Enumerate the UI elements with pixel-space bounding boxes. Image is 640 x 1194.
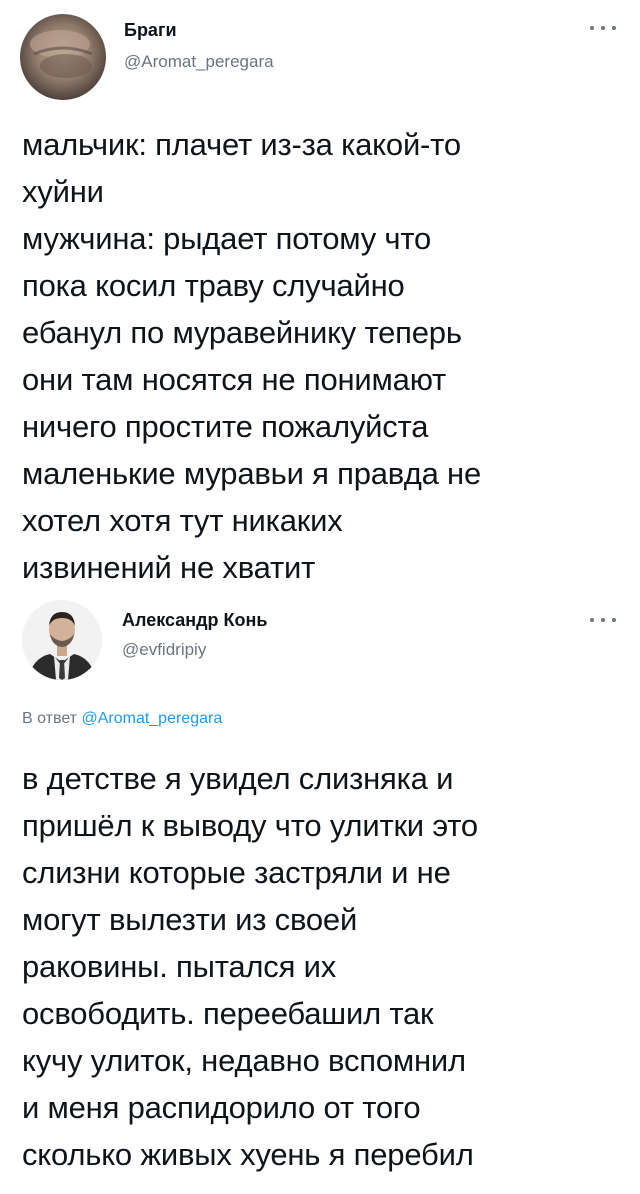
tweet-header: Александр Конь @evfidripiy [0, 590, 640, 690]
more-horizontal-icon[interactable] [590, 614, 616, 626]
author-name[interactable]: Александр Конь [122, 610, 267, 631]
tweet-original: Браги @Aromat_peregara мальчик: плачет и… [0, 0, 640, 590]
tweet-reply: Александр Конь @evfidripiy В ответ @Arom… [0, 590, 640, 1194]
tweet-text-line: и меня распидорило от того [22, 1090, 421, 1125]
tweet-text-line: раковины. пытался их [22, 949, 337, 984]
reply-handle-link[interactable]: @Aromat_peregara [81, 710, 222, 727]
reply-prefix: В ответ [22, 710, 78, 727]
tweet-text-line: пришёл к выводу что улитки это [22, 808, 478, 843]
tweet-text-line: могут вылезти из своей [22, 902, 358, 937]
author-handle[interactable]: @evfidripiy [122, 640, 206, 660]
tweet-text: в детстве я увидел слизняка и пришёл к в… [22, 755, 622, 1178]
tweet-text-line: пока косил траву случайно [22, 268, 405, 303]
avatar-image [22, 600, 102, 680]
avatar[interactable] [20, 14, 106, 100]
tweet-text-line: хотел хотя тут никаких [22, 503, 343, 538]
tweet-header: Браги @Aromat_peregara [0, 0, 640, 100]
tweet-text-line: маленькие муравьи я правда не [22, 456, 482, 491]
tweet-text-line: мальчик: плачет из-за какой-то [22, 127, 461, 162]
tweet-text-line: освободить. переебашил так [22, 996, 434, 1031]
tweet-text-line: ебанул по муравейнику теперь [22, 315, 462, 350]
avatar-image [20, 14, 106, 100]
reply-context: В ответ @Aromat_peregara [22, 710, 222, 728]
avatar[interactable] [22, 600, 102, 680]
author-name[interactable]: Браги [124, 20, 177, 41]
tweet-text-line: в детстве я увидел слизняка и [22, 761, 454, 796]
tweet-text-line: слизни которые застряли и не [22, 855, 451, 890]
tweet-text-line: ничего простите пожалуйста [22, 409, 429, 444]
tweet-text: мальчик: плачет из-за какой-то хуйни муж… [22, 121, 622, 591]
more-horizontal-icon[interactable] [590, 22, 616, 34]
author-handle[interactable]: @Aromat_peregara [124, 52, 274, 72]
tweet-text-line: они там носятся не понимают [22, 362, 447, 397]
tweet-text-line: хуйни [22, 174, 104, 209]
tweet-text-line: извинений не хватит [22, 550, 316, 585]
tweet-text-line: кучу улиток, недавно вспомнил [22, 1043, 466, 1078]
tweet-text-line: сколько живых хуень я перебил [22, 1137, 474, 1172]
tweet-text-line: мужчина: рыдает потому что [22, 221, 432, 256]
